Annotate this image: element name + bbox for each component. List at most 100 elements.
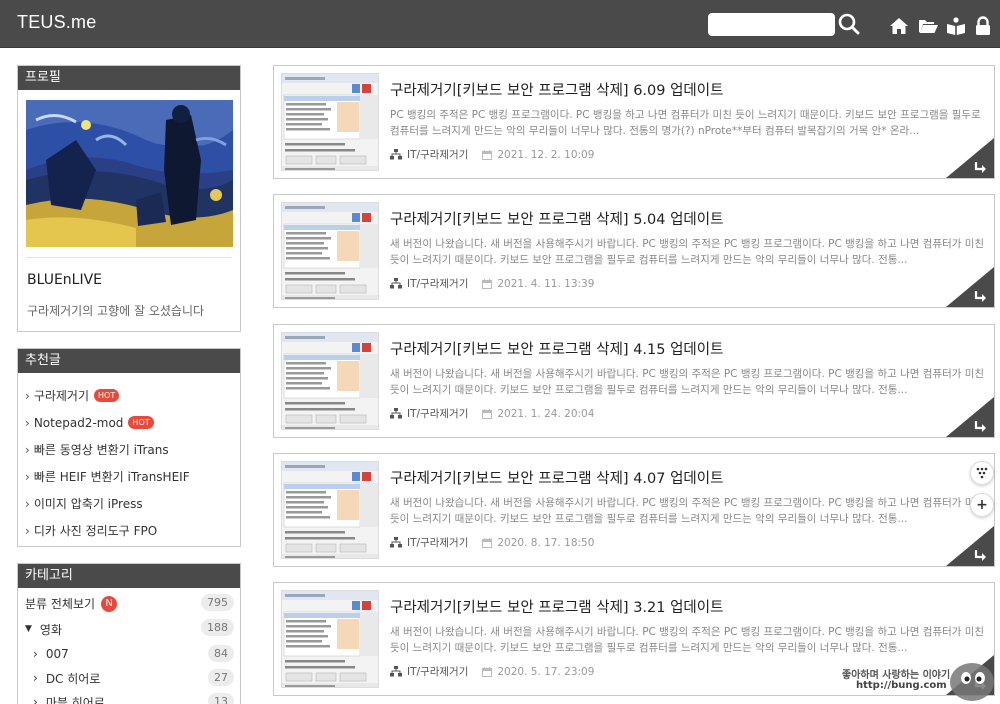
post-meta: IT/구라제거기 2020. 8. 17. 18:50	[390, 535, 594, 550]
profile-description: 구라제거기의 고향에 잘 오셨습니다	[27, 304, 205, 318]
post-date: 2020. 5. 17. 23:09	[497, 665, 595, 678]
chevron-right-icon: ›	[25, 415, 30, 430]
profile-name[interactable]: BLUEnLIVE	[27, 272, 102, 288]
category-heading: 카테고리	[18, 564, 240, 588]
post-title[interactable]: 구라제거기[키보드 보안 프로그램 삭제] 5.04 업데이트	[390, 208, 723, 229]
new-badge: N	[101, 595, 118, 612]
recommended-item-label: Notepad2-mod	[33, 415, 124, 430]
hot-badge: HOT	[94, 389, 120, 402]
post-category[interactable]: IT/구라제거기	[407, 276, 468, 291]
recommended-item[interactable]: › 이미지 압축기 iPress	[18, 490, 240, 517]
search-input[interactable]	[708, 13, 835, 36]
reply-arrow-icon[interactable]	[946, 526, 994, 566]
profile-image[interactable]	[26, 100, 233, 247]
category-count: 188	[201, 619, 234, 636]
post-item[interactable]: 구라제거기[키보드 보안 프로그램 삭제] 6.09 업데이트 PC 뱅킹의 주…	[273, 65, 995, 179]
post-meta: IT/구라제거기 2021. 12. 2. 10:09	[390, 147, 594, 162]
reply-arrow-icon[interactable]	[946, 397, 994, 437]
post-meta: IT/구라제거기 2021. 1. 24. 20:04	[390, 406, 594, 421]
profile-heading: 프로필	[18, 66, 240, 90]
category-item-label: 마블 히어로	[45, 695, 105, 704]
post-category[interactable]: IT/구라제거기	[407, 535, 468, 550]
lock-icon[interactable]	[973, 16, 993, 36]
calendar-icon	[482, 408, 493, 419]
category-tree-icon	[390, 537, 402, 548]
plus-button[interactable]: +	[970, 493, 994, 517]
watermark-line1: 좋아하며 사랑하는 이야기	[842, 670, 951, 681]
reply-arrow-icon[interactable]	[946, 138, 994, 178]
recommended-item[interactable]: › 디카 사진 정리도구 FPO	[18, 517, 240, 544]
chevron-right-icon: ›	[25, 469, 30, 484]
category-tree-icon	[390, 278, 402, 289]
search-icon[interactable]	[838, 12, 860, 36]
recommended-panel: 추천글 › 구라제거기 HOT › Notepad2-mod HOT › 빠른 동영상 변…	[17, 348, 241, 547]
chevron-right-icon: ›	[25, 496, 30, 511]
chevron-right-icon: ›	[25, 523, 30, 538]
home-icon[interactable]	[889, 16, 909, 36]
post-title[interactable]: 구라제거기[키보드 보안 프로그램 삭제] 3.21 업데이트	[390, 596, 723, 617]
calendar-icon	[482, 149, 493, 160]
watermark-line2: http://bung.com	[856, 680, 947, 691]
folder-open-icon[interactable]	[918, 16, 938, 36]
chevron-right-icon: ›	[33, 647, 38, 661]
recommended-item[interactable]: › 빠른 동영상 변환기 iTrans	[18, 436, 240, 463]
category-tree-icon	[390, 149, 402, 160]
watermark: 좋아하며 사랑하는 이야기 http://bung.com	[820, 663, 1000, 704]
recommended-item-label: 구라제거기	[33, 388, 90, 403]
top-bar: TEUS.me	[0, 0, 1000, 48]
chevron-right-icon: ›	[25, 388, 30, 403]
category-item-movies[interactable]: ▼ 영화 188	[18, 616, 240, 642]
post-item[interactable]: 구라제거기[키보드 보안 프로그램 삭제] 4.15 업데이트 새 버전이 나왔…	[273, 324, 995, 438]
category-count: 84	[208, 645, 234, 662]
post-category[interactable]: IT/구라제거기	[407, 406, 468, 421]
recommended-item-label: 이미지 압축기 iPress	[33, 496, 143, 511]
recommended-item-label: 빠른 동영상 변환기 iTrans	[33, 442, 169, 457]
post-excerpt: PC 뱅킹의 주적은 PC 뱅킹 프로그램이다. PC 뱅킹을 하고 나면 컴퓨…	[390, 109, 981, 137]
category-item-label: 영화	[39, 622, 63, 637]
post-title[interactable]: 구라제거기[키보드 보안 프로그램 삭제] 4.15 업데이트	[390, 338, 723, 359]
more-menu-button[interactable]	[970, 461, 994, 485]
post-title[interactable]: 구라제거기[키보드 보안 프로그램 삭제] 4.07 업데이트	[390, 467, 723, 488]
site-title[interactable]: TEUS.me	[17, 12, 96, 33]
post-thumbnail[interactable]	[281, 590, 379, 688]
guestbook-icon[interactable]	[946, 16, 966, 36]
chevron-right-icon: ›	[33, 695, 38, 704]
caret-down-icon[interactable]: ▼	[25, 624, 32, 634]
category-item-007[interactable]: › 007 84	[18, 642, 240, 666]
post-excerpt: 새 버전이 나왔습니다. 새 버전을 사용해주시기 바랍니다. PC 뱅킹의 주…	[390, 238, 985, 266]
post-date: 2021. 4. 11. 13:39	[497, 277, 595, 290]
calendar-icon	[482, 278, 493, 289]
watermark-logo	[950, 663, 994, 701]
post-excerpt: 새 버전이 나왔습니다. 새 버전을 사용해주시기 바랍니다. PC 뱅킹의 주…	[390, 368, 985, 396]
post-thumbnail[interactable]	[281, 202, 379, 300]
category-count: 13	[208, 693, 234, 704]
post-thumbnail[interactable]	[281, 461, 379, 559]
grid-dots-icon	[976, 467, 988, 479]
category-item-marvel-hero[interactable]: › 마블 히어로 13	[18, 690, 240, 704]
chevron-right-icon: ›	[25, 442, 30, 457]
post-thumbnail[interactable]	[281, 332, 379, 430]
recommended-item[interactable]: › 구라제거기 HOT	[18, 382, 240, 409]
post-category[interactable]: IT/구라제거기	[407, 147, 468, 162]
post-item[interactable]: 구라제거기[키보드 보안 프로그램 삭제] 4.07 업데이트 새 버전이 나왔…	[273, 453, 995, 567]
post-item[interactable]: 구라제거기[키보드 보안 프로그램 삭제] 5.04 업데이트 새 버전이 나왔…	[273, 194, 995, 308]
category-all-label: 분류 전체보기	[25, 597, 96, 611]
post-date-wrap: 2021. 12. 2. 10:09	[482, 149, 594, 161]
post-thumbnail[interactable]	[281, 73, 379, 171]
post-date-wrap: 2021. 4. 11. 13:39	[482, 278, 594, 290]
category-count: 27	[208, 669, 234, 686]
recommended-item[interactable]: › Notepad2-mod HOT	[18, 409, 240, 436]
recommended-item-label: 빠른 HEIF 변환기 iTransHEIF	[33, 469, 190, 484]
post-category[interactable]: IT/구라제거기	[407, 664, 468, 679]
calendar-icon	[482, 537, 493, 548]
category-item-label: 007	[45, 647, 69, 661]
recommended-item[interactable]: › 빠른 HEIF 변환기 iTransHEIF	[18, 463, 240, 490]
post-title[interactable]: 구라제거기[키보드 보안 프로그램 삭제] 6.09 업데이트	[390, 79, 723, 100]
post-date-wrap: 2021. 1. 24. 20:04	[482, 408, 594, 420]
profile-divider	[26, 257, 232, 258]
category-item-dc-hero[interactable]: › DC 히어로 27	[18, 666, 240, 690]
reply-arrow-icon[interactable]	[946, 267, 994, 307]
category-all[interactable]: 분류 전체보기 N 795	[18, 591, 240, 616]
hot-badge: HOT	[128, 416, 154, 429]
profile-panel: 프로필 BLUEnLIVE 구라제거기의 고향에 잘 오셨습니다	[17, 65, 241, 332]
